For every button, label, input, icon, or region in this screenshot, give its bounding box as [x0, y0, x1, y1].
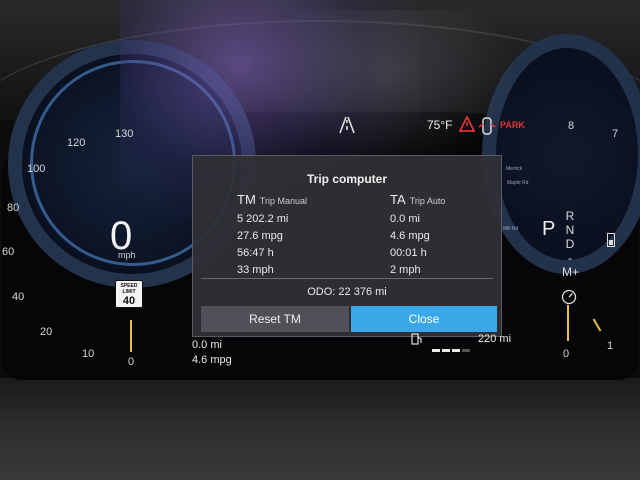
speed-tick-0: 0 [128, 356, 135, 368]
trip-auto-economy: 4.6 mpg [390, 230, 430, 242]
screen-glare-2 [260, 10, 520, 170]
speed-tick-20: 20 [40, 326, 53, 338]
range-display: 220 mi [478, 333, 512, 345]
speed-tick-100: 100 [27, 163, 46, 175]
odometer-reading: ODO: 22 376 mi [307, 286, 387, 298]
trip-manual-distance: 5 202.2 mi [237, 213, 289, 225]
battery-icon [607, 233, 615, 247]
trip-manual-economy: 27.6 mpg [237, 230, 283, 242]
trip-manual-code: TM [237, 192, 256, 207]
trip-auto-column: TA Trip Auto 0.0 mi 4.6 mpg 00:01 h 2 mph [390, 192, 445, 279]
dialog-divider [201, 278, 493, 279]
rpm-tick-7: 7 [612, 128, 619, 140]
rpm-needle [567, 305, 569, 341]
close-button[interactable]: Close [351, 306, 497, 332]
map-label: Maple Rd [507, 180, 529, 186]
map-label: Mill Rd [503, 226, 519, 232]
selected-gear: P [542, 218, 556, 240]
trip-economy-display: 4.6 mpg [192, 354, 232, 366]
trip-auto-avg-speed: 2 mph [390, 264, 421, 276]
speed-tick-40: 40 [12, 291, 25, 303]
park-indicator: PARK [500, 120, 525, 130]
performance-gauge-icon [561, 289, 577, 304]
gear-d: D [565, 237, 575, 251]
fuel-pump-icon [411, 333, 422, 345]
rpm-tick-0: 0 [563, 348, 570, 360]
rpm-tick-8: 8 [568, 120, 575, 132]
speed-limit-sign: SPEED LIMIT 40 [115, 280, 143, 308]
gear-selector-list: R N D -M+ [562, 209, 580, 279]
gear-n: N [565, 223, 575, 237]
speed-needle [130, 320, 132, 352]
reset-tm-button[interactable]: Reset TM [201, 306, 349, 332]
fuel-level-bar [432, 339, 474, 352]
speed-tick-60: 60 [2, 246, 15, 258]
rpm-tick-1: 1 [607, 340, 614, 352]
trip-auto-code: TA [390, 192, 406, 207]
speed-tick-130: 130 [115, 128, 134, 140]
speed-tick-10: 10 [82, 348, 95, 360]
trip-manual-avg-speed: 33 mph [237, 264, 274, 276]
dialog-title: Trip computer [306, 172, 387, 186]
dashboard-bottom [0, 378, 640, 480]
car-door-open-icon [478, 117, 496, 135]
speed-tick-120: 120 [67, 137, 86, 149]
trip-computer-dialog: Trip computer TM Trip Manual 5 202.2 mi 2… [192, 155, 502, 337]
speed-limit-value: 40 [122, 295, 136, 307]
speed-unit: mph [118, 250, 136, 260]
trip-manual-time: 56:47 h [237, 247, 274, 259]
trip-auto-distance: 0.0 mi [390, 213, 420, 225]
trip-manual-column: TM Trip Manual 5 202.2 mi 27.6 mpg 56:47 … [237, 192, 307, 279]
warning-triangle-icon [459, 116, 475, 132]
trip-auto-name: Trip Auto [409, 196, 446, 206]
trip-auto-time: 00:01 h [390, 247, 427, 259]
trip-manual-name: Trip Manual [259, 196, 307, 206]
gear-manual: -M+ [562, 251, 580, 279]
gear-r: R [565, 209, 575, 223]
speed-tick-80: 80 [7, 202, 20, 214]
road-icon [339, 116, 355, 134]
trip-distance-display: 0.0 mi [192, 339, 222, 351]
map-label: Merrick [506, 166, 523, 172]
outside-temperature: 75°F [427, 118, 453, 132]
speed-limit-label: SPEED LIMIT [120, 283, 138, 295]
